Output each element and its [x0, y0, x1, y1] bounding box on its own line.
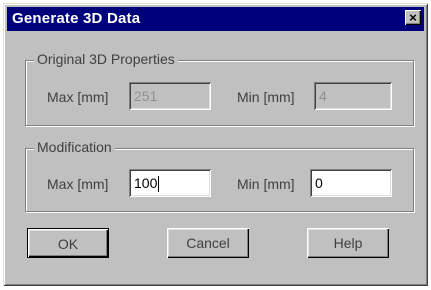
ok-button[interactable]: OK	[27, 228, 109, 258]
original-min-label: Min [mm]	[237, 89, 295, 105]
close-button[interactable]: ×	[405, 10, 421, 25]
modification-min-input[interactable]: 0	[310, 169, 392, 197]
original-min-field: 4	[314, 82, 392, 110]
modification-max-input[interactable]: 100	[129, 169, 211, 197]
text-caret	[158, 176, 160, 193]
modification-group-title: Modification	[34, 139, 115, 155]
original-max-field: 251	[129, 82, 211, 110]
modification-max-value: 100	[134, 175, 158, 191]
cancel-button[interactable]: Cancel	[167, 228, 249, 258]
modification-max-label: Max [mm]	[47, 176, 109, 192]
original-max-label: Max [mm]	[47, 89, 109, 105]
modification-min-label: Min [mm]	[237, 176, 295, 192]
help-button[interactable]: Help	[307, 228, 389, 258]
dialog-window: Generate 3D Data × Original 3D Propertie…	[3, 3, 428, 286]
original-group-title: Original 3D Properties	[34, 51, 178, 67]
title-bar[interactable]: Generate 3D Data ×	[7, 7, 424, 31]
close-icon: ×	[409, 10, 417, 25]
dialog-title: Generate 3D Data	[12, 10, 141, 27]
